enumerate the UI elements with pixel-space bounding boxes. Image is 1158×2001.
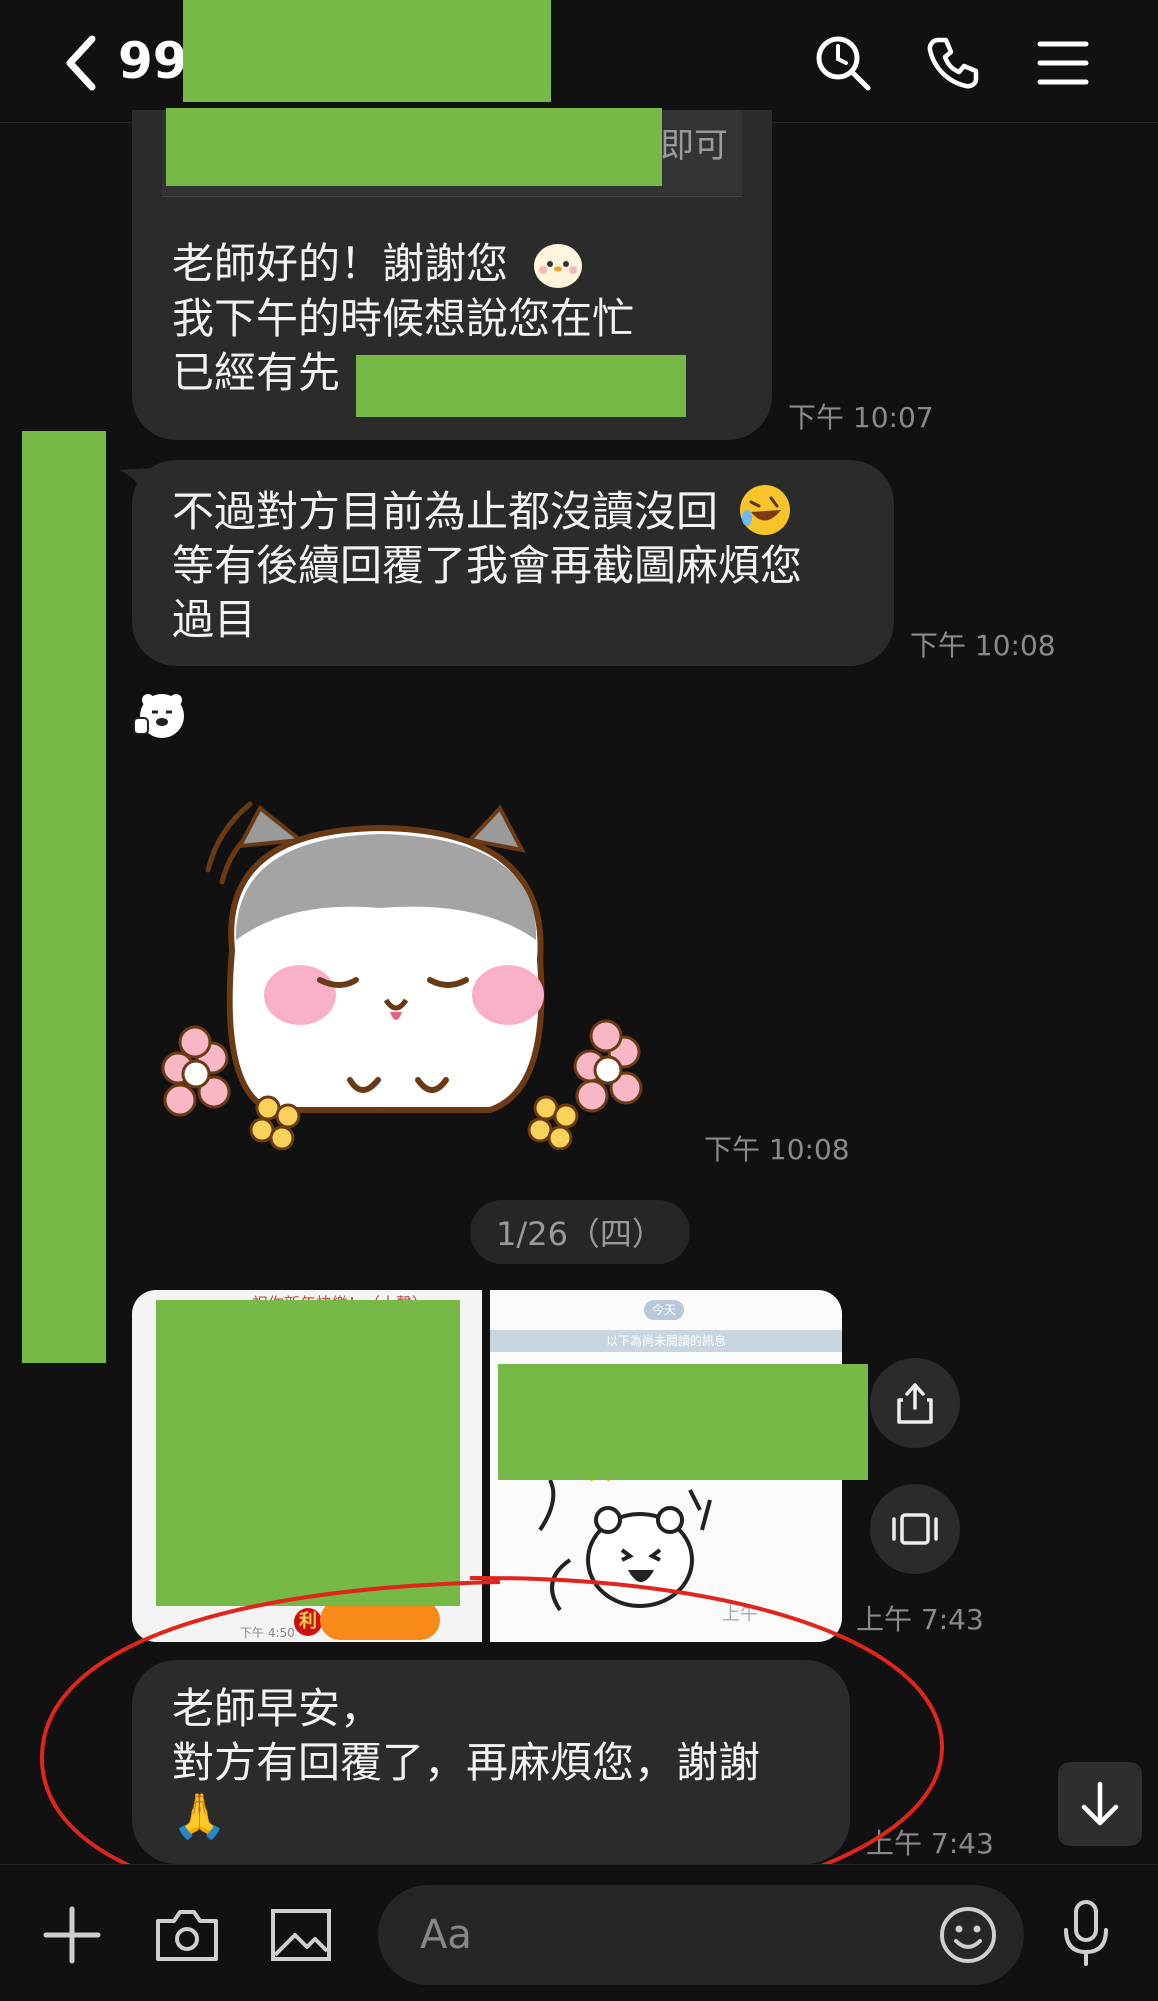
camera-icon xyxy=(156,1910,218,1961)
chat-title: 99 xyxy=(118,32,188,90)
message-time: 下午 10:08 xyxy=(704,1133,850,1166)
call-button[interactable] xyxy=(920,30,986,96)
image-today-badge: 今天 xyxy=(644,1300,685,1320)
share-button[interactable] xyxy=(870,1358,960,1448)
back-button[interactable] xyxy=(52,28,112,98)
message-time: 下午 10:07 xyxy=(788,401,934,434)
image-icon xyxy=(271,1909,331,1961)
share-icon xyxy=(897,1383,933,1424)
quoted-text: 即可 xyxy=(660,126,728,166)
smiley-icon xyxy=(940,1907,996,1963)
date-chip: 1/26（四） xyxy=(470,1200,690,1264)
title-redaction xyxy=(183,0,551,102)
image-unread-banner: 以下為尚未閱讀的訊息 xyxy=(490,1330,842,1352)
plus-icon xyxy=(43,1906,101,1964)
message-time: 下午 10:08 xyxy=(910,629,1056,662)
quote-redaction xyxy=(166,108,662,186)
date-chip-label: 1/26（四） xyxy=(496,1215,664,1253)
search-icon xyxy=(816,36,871,91)
chick-emoji-icon xyxy=(529,234,587,292)
input-bar: Aa xyxy=(0,1864,1158,2001)
image-redaction xyxy=(498,1364,868,1480)
emoji-button[interactable] xyxy=(938,1905,998,1965)
text-redaction xyxy=(356,355,686,417)
menu-button[interactable] xyxy=(1030,30,1096,96)
cat-sticker[interactable] xyxy=(150,790,670,1151)
search-button[interactable] xyxy=(810,30,876,96)
chevron-left-icon xyxy=(66,35,96,91)
rofl-emoji-icon xyxy=(737,482,793,538)
header-bar: 99 xyxy=(0,0,1158,123)
message-input-placeholder: Aa xyxy=(420,1912,472,1958)
avatar-redaction xyxy=(22,431,106,1363)
bear-thumbs-up-icon xyxy=(133,694,184,738)
add-button[interactable] xyxy=(38,1901,106,1969)
message-bubble[interactable]: 不過對方目前為止都沒讀沒回 等有後續回覆了我會再截圖麻煩您 過目 xyxy=(132,460,894,666)
cat-sticker-image xyxy=(161,801,643,1151)
arrow-down-icon xyxy=(1081,1781,1119,1826)
mini-sticker[interactable] xyxy=(132,690,188,742)
voice-button[interactable] xyxy=(1056,1895,1116,1971)
message-text: 不過對方目前為止都沒讀沒回 等有後續回覆了我會再截圖麻煩您 過目 xyxy=(172,482,802,647)
message-line: 過目 xyxy=(172,595,257,644)
message-line: 老師好的！謝謝您 xyxy=(172,239,509,288)
gallery-button[interactable] xyxy=(266,1901,336,1969)
album-icon xyxy=(892,1513,938,1545)
message-input[interactable]: Aa xyxy=(378,1885,1024,1985)
message-line: 我下午的時候想說您在忙 xyxy=(172,294,635,343)
message-line: 等有後續回覆了我會再截圖麻煩您 xyxy=(172,541,803,590)
phone-icon xyxy=(927,37,979,89)
message-line: 不過對方目前為止都沒讀沒回 xyxy=(172,487,719,536)
camera-button[interactable] xyxy=(150,1901,224,1969)
microphone-icon xyxy=(1064,1900,1108,1966)
scroll-down-button[interactable] xyxy=(1058,1762,1142,1846)
menu-icon xyxy=(1037,41,1089,85)
